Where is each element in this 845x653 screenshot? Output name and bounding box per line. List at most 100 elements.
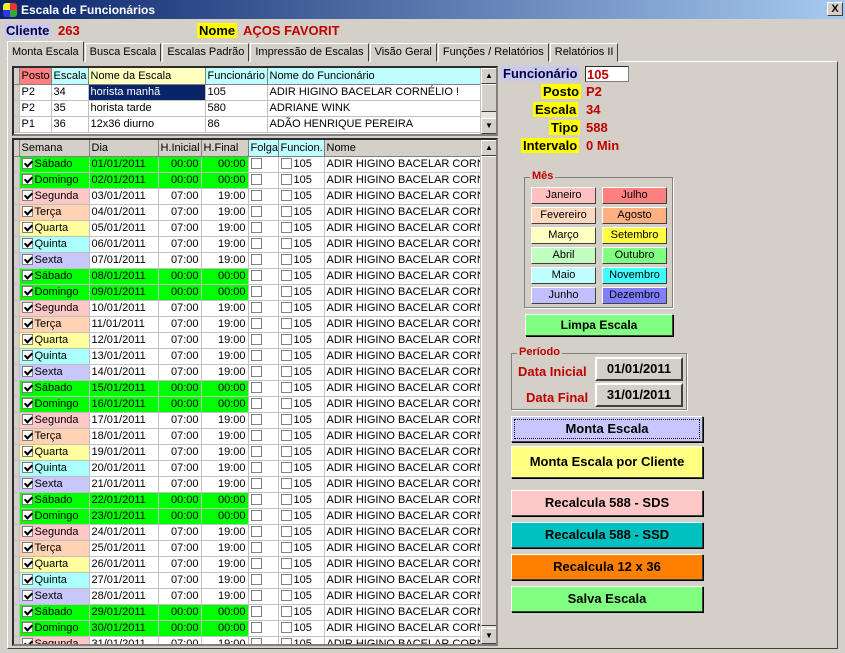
funcionario-cell[interactable]: 105	[278, 220, 325, 237]
table-row[interactable]: Quarta 12/01/2011 07:00 19:00 105 ADIR HIGINO…	[14, 332, 481, 349]
hora-inicial-cell[interactable]: 00:00	[158, 620, 202, 637]
table-row[interactable]: Segunda 03/01/2011 07:00 19:00 105 ADIR HIGIN…	[14, 188, 481, 205]
weekday-cell[interactable]: Sexta	[19, 588, 90, 605]
nome-cell[interactable]: ADIR HIGINO BACELAR CORN	[324, 316, 481, 333]
month-maio-button[interactable]: Maio	[531, 267, 596, 284]
folga-checkbox[interactable]	[250, 382, 262, 393]
weekday-cell[interactable]: Quinta	[19, 348, 90, 365]
column-header[interactable]: Escala	[51, 68, 89, 85]
table-cell[interactable]: 36	[51, 116, 89, 133]
weekday-cell[interactable]: Terça	[19, 540, 90, 557]
column-header[interactable]: Funcionário	[205, 68, 268, 85]
funcionario-checkbox[interactable]	[280, 590, 292, 601]
funcionario-cell[interactable]: 105	[278, 428, 325, 445]
funcionario-cell[interactable]: 105	[278, 604, 325, 621]
folga-checkbox[interactable]	[250, 318, 262, 329]
folga-cell[interactable]	[248, 204, 279, 221]
folga-cell[interactable]	[248, 156, 279, 173]
hora-final-cell[interactable]: 00:00	[201, 284, 249, 301]
recalcula-12x36-button[interactable]: Recalcula 12 x 36	[511, 554, 703, 580]
weekday-cell[interactable]: Quinta	[19, 460, 90, 477]
table-cell[interactable]: P1	[19, 116, 52, 133]
weekday-cell[interactable]: Terça	[19, 428, 90, 445]
hora-final-cell[interactable]: 00:00	[201, 380, 249, 397]
weekday-cell[interactable]: Terça	[19, 204, 90, 221]
checkbox-checked[interactable]	[21, 622, 33, 633]
table-cell[interactable]: 86	[205, 116, 268, 133]
weekday-cell[interactable]: Segunda	[19, 524, 90, 541]
escala-grid[interactable]: Posto Escala Nome da Escala Funcionário Nome…	[12, 66, 498, 136]
funcionario-cell[interactable]: 105	[278, 396, 325, 413]
month-agosto-button[interactable]: Agosto	[602, 207, 667, 224]
date-cell[interactable]: 17/01/2011	[89, 412, 159, 429]
table-row[interactable]: P2 35 horista tarde 580 ADRIANE WINK	[14, 100, 481, 117]
funcionario-checkbox[interactable]	[280, 302, 292, 313]
hora-inicial-cell[interactable]: 07:00	[158, 572, 202, 589]
folga-cell[interactable]	[248, 540, 279, 557]
scroll-up-icon[interactable]: ▲	[481, 68, 496, 84]
weekday-cell[interactable]: Sexta	[19, 252, 90, 269]
checkbox-checked[interactable]	[21, 270, 33, 281]
hora-inicial-cell[interactable]: 07:00	[158, 316, 202, 333]
funcionario-checkbox[interactable]	[280, 238, 292, 249]
hora-final-cell[interactable]: 19:00	[201, 444, 249, 461]
date-cell[interactable]: 03/01/2011	[89, 188, 159, 205]
table-cell[interactable]: ADRIANE WINK	[267, 100, 481, 117]
hora-final-cell[interactable]: 19:00	[201, 316, 249, 333]
funcionario-cell[interactable]: 105	[278, 524, 325, 541]
funcionario-cell[interactable]: 105	[278, 252, 325, 269]
weekday-cell[interactable]: Segunda	[19, 412, 90, 429]
hora-inicial-cell[interactable]: 07:00	[158, 332, 202, 349]
checkbox-checked[interactable]	[21, 318, 33, 329]
funcionario-checkbox[interactable]	[280, 638, 292, 644]
table-cell[interactable]: 34	[51, 84, 89, 101]
month-fevereiro-button[interactable]: Fevereiro	[531, 207, 596, 224]
folga-checkbox[interactable]	[250, 574, 262, 585]
checkbox-checked[interactable]	[21, 238, 33, 249]
salva-escala-button[interactable]: Salva Escala	[511, 586, 703, 612]
checkbox-checked[interactable]	[21, 590, 33, 601]
checkbox-checked[interactable]	[21, 510, 33, 521]
hora-final-cell[interactable]: 19:00	[201, 460, 249, 477]
date-cell[interactable]: 05/01/2011	[89, 220, 159, 237]
date-cell[interactable]: 28/01/2011	[89, 588, 159, 605]
folga-cell[interactable]	[248, 316, 279, 333]
folga-cell[interactable]	[248, 460, 279, 477]
table-cell[interactable]: horista tarde	[88, 100, 206, 117]
funcionario-checkbox[interactable]	[280, 446, 292, 457]
recalcula-sds-button[interactable]: Recalcula 588 - SDS	[511, 490, 703, 516]
checkbox-checked[interactable]	[21, 158, 33, 169]
funcionario-checkbox[interactable]	[280, 350, 292, 361]
funcionario-checkbox[interactable]	[280, 494, 292, 505]
folga-checkbox[interactable]	[250, 430, 262, 441]
table-row[interactable]: Terça 25/01/2011 07:00 19:00 105 ADIR HIGINO …	[14, 540, 481, 557]
checkbox-checked[interactable]	[21, 190, 33, 201]
table-row[interactable]: Quarta 05/01/2011 07:00 19:00 105 ADIR HIGINO…	[14, 220, 481, 237]
funcionario-checkbox[interactable]	[280, 286, 292, 297]
nome-cell[interactable]: ADIR HIGINO BACELAR CORN	[324, 348, 481, 365]
hora-final-cell[interactable]: 19:00	[201, 364, 249, 381]
checkbox-checked[interactable]	[21, 478, 33, 489]
date-cell[interactable]: 12/01/2011	[89, 332, 159, 349]
month-junho-button[interactable]: Junho	[531, 287, 596, 304]
weekday-cell[interactable]: Quarta	[19, 556, 90, 573]
hora-inicial-cell[interactable]: 07:00	[158, 444, 202, 461]
folga-cell[interactable]	[248, 348, 279, 365]
column-header[interactable]: Posto	[19, 68, 52, 85]
folga-checkbox[interactable]	[250, 286, 262, 297]
date-cell[interactable]: 02/01/2011	[89, 172, 159, 189]
hora-final-cell[interactable]: 19:00	[201, 572, 249, 589]
nome-cell[interactable]: ADIR HIGINO BACELAR CORN	[324, 252, 481, 269]
month-janeiro-button[interactable]: Janeiro	[531, 187, 596, 204]
funcionario-checkbox[interactable]	[280, 174, 292, 185]
month-abril-button[interactable]: Abril	[531, 247, 596, 264]
hora-final-cell[interactable]: 19:00	[201, 252, 249, 269]
date-cell[interactable]: 25/01/2011	[89, 540, 159, 557]
funcionario-checkbox[interactable]	[280, 430, 292, 441]
month-setembro-button[interactable]: Setembro	[602, 227, 667, 244]
column-header[interactable]: Nome do Funcionário	[267, 68, 481, 85]
hora-inicial-cell[interactable]: 00:00	[158, 604, 202, 621]
month-julho-button[interactable]: Julho	[602, 187, 667, 204]
funcionario-checkbox[interactable]	[280, 510, 292, 521]
date-cell[interactable]: 10/01/2011	[89, 300, 159, 317]
